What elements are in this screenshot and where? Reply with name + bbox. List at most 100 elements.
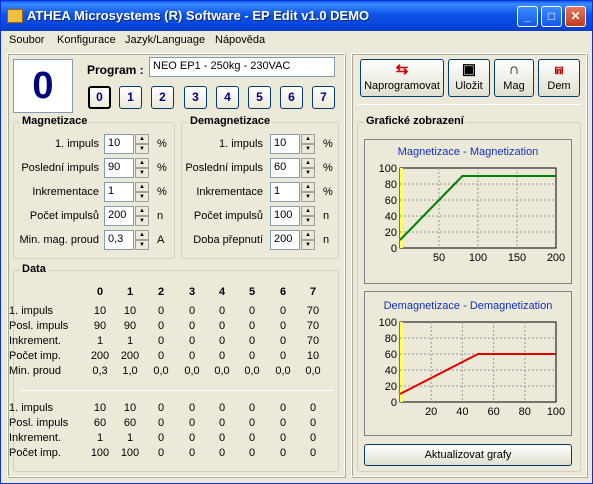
- menu-soubor[interactable]: Soubor: [9, 34, 44, 46]
- spin-down-icon[interactable]: ▼: [301, 240, 315, 250]
- dem-field-input[interactable]: 10: [270, 134, 300, 154]
- menu-konfigurace[interactable]: Konfigurace: [57, 34, 116, 46]
- spin-down-icon[interactable]: ▼: [135, 240, 149, 250]
- spin-down-icon[interactable]: ▼: [301, 168, 315, 178]
- y-tick-label: 0: [391, 397, 397, 409]
- mag-field-label: Inkrementace: [32, 186, 99, 198]
- mag-field-label: Počet impulsů: [29, 210, 99, 222]
- data-cell: 60: [93, 417, 107, 429]
- data-column-header: 4: [218, 286, 226, 298]
- spin-down-icon[interactable]: ▼: [301, 192, 315, 202]
- program-button-1[interactable]: 1: [119, 86, 142, 109]
- data-column-header: 0: [96, 286, 104, 298]
- x-tick-label: 80: [519, 406, 531, 418]
- dem-button[interactable]: ⩎ Dem: [538, 59, 580, 97]
- program-device-button[interactable]: ⇆ Naprogramovat: [360, 59, 444, 97]
- data-column-header: 1: [126, 286, 134, 298]
- x-tick-label: 50: [433, 252, 445, 264]
- demagnetization-plot: 0 20 40 60 80 100 20 40 60 80 100: [379, 317, 566, 418]
- spin-down-icon[interactable]: ▼: [135, 144, 149, 154]
- spin-down-icon[interactable]: ▼: [135, 216, 149, 226]
- program-name-input[interactable]: NEO EP1 - 250kg - 230VAC: [149, 57, 335, 77]
- spin-down-icon[interactable]: ▼: [135, 192, 149, 202]
- data-cell: 0: [248, 305, 256, 317]
- dem-spin-button[interactable]: ▲ ▼: [301, 230, 315, 250]
- spin-up-icon[interactable]: ▲: [301, 158, 315, 168]
- mag-spin-button[interactable]: ▲ ▼: [135, 182, 149, 202]
- mag-field-input[interactable]: 10: [104, 134, 134, 154]
- mag-field-input[interactable]: 1: [104, 182, 134, 202]
- close-button[interactable]: ✕: [565, 6, 586, 27]
- program-button-5[interactable]: 5: [248, 86, 271, 109]
- update-graphs-button[interactable]: Aktualizovat grafy: [364, 444, 572, 466]
- minimize-button[interactable]: _: [517, 6, 538, 27]
- spin-up-icon[interactable]: ▲: [301, 206, 315, 216]
- program-button-2[interactable]: 2: [151, 86, 174, 109]
- program-button-0[interactable]: 0: [88, 86, 111, 109]
- data-row-label: Počet imp.: [9, 447, 61, 459]
- mag-spin-button[interactable]: ▲ ▼: [135, 230, 149, 250]
- spin-up-icon[interactable]: ▲: [135, 206, 149, 216]
- spin-up-icon[interactable]: ▲: [135, 134, 149, 144]
- dem-spin-button[interactable]: ▲ ▼: [301, 206, 315, 226]
- spin-up-icon[interactable]: ▲: [135, 158, 149, 168]
- data-cell: 1: [126, 432, 134, 444]
- data-cell: 0: [188, 402, 196, 414]
- mag-spin-button[interactable]: ▲ ▼: [135, 134, 149, 154]
- data-cell: 100: [120, 447, 140, 459]
- menu-napoveda[interactable]: Nápověda: [215, 34, 265, 46]
- data-cell: 0: [218, 402, 226, 414]
- data-column-header: 7: [309, 286, 317, 298]
- demagnet-icon: ⩎: [554, 61, 564, 78]
- spin-up-icon[interactable]: ▲: [135, 230, 149, 240]
- data-cell: 0: [279, 402, 287, 414]
- mag-field-input[interactable]: 90: [104, 158, 134, 178]
- menu-language[interactable]: Jazyk/Language: [125, 34, 205, 46]
- data-cell: 1: [126, 335, 134, 347]
- dem-field-input[interactable]: 60: [270, 158, 300, 178]
- mag-spin-button[interactable]: ▲ ▼: [135, 158, 149, 178]
- data-cell: 0: [218, 320, 226, 332]
- program-button-4[interactable]: 4: [216, 86, 239, 109]
- dem-field-input[interactable]: 100: [270, 206, 300, 226]
- save-button[interactable]: ▣ Uložit: [448, 59, 490, 97]
- dem-field-unit: n: [323, 210, 330, 222]
- x-tick-label: 20: [425, 406, 437, 418]
- spin-down-icon[interactable]: ▼: [301, 216, 315, 226]
- spin-up-icon[interactable]: ▲: [135, 182, 149, 192]
- spin-up-icon[interactable]: ▲: [301, 182, 315, 192]
- spin-down-icon[interactable]: ▼: [301, 144, 315, 154]
- maximize-button[interactable]: □: [541, 6, 562, 27]
- mag-field-input[interactable]: 200: [104, 206, 134, 226]
- data-cell: 0: [248, 320, 256, 332]
- data-cell: 0: [188, 447, 196, 459]
- data-cell: 0: [218, 350, 226, 362]
- dem-field-input[interactable]: 200: [270, 230, 300, 250]
- dem-spin-button[interactable]: ▲ ▼: [301, 134, 315, 154]
- dem-spin-button[interactable]: ▲ ▼: [301, 182, 315, 202]
- demagnetization-chart: Demagnetizace - Demagnetization 0 20 40 60 8…: [364, 291, 572, 436]
- dem-spin-button[interactable]: ▲ ▼: [301, 158, 315, 178]
- data-cell: 0: [279, 320, 287, 332]
- mag-field-unit: A: [157, 234, 165, 246]
- x-tick-label: 40: [456, 406, 468, 418]
- spin-up-icon[interactable]: ▲: [301, 230, 315, 240]
- data-cell: 0: [248, 350, 256, 362]
- main-window: ATHEA Microsystems (R) Software - EP Edi…: [0, 0, 593, 484]
- program-button-7[interactable]: 7: [312, 86, 335, 109]
- dem-field-input[interactable]: 1: [270, 182, 300, 202]
- mag-field-input[interactable]: 0,3: [104, 230, 134, 250]
- magnet-icon: ∩: [508, 61, 520, 78]
- data-cell: 0,0: [153, 365, 169, 377]
- data-cell: 0: [157, 447, 165, 459]
- spin-up-icon[interactable]: ▲: [301, 134, 315, 144]
- program-button-3[interactable]: 3: [184, 86, 207, 109]
- mag-button[interactable]: ∩ Mag: [494, 59, 534, 97]
- x-tick-label: 150: [508, 252, 526, 264]
- program-button-6[interactable]: 6: [280, 86, 303, 109]
- data-cell: 200: [90, 350, 110, 362]
- title-bar[interactable]: ATHEA Microsystems (R) Software - EP Edi…: [1, 1, 592, 31]
- spin-down-icon[interactable]: ▼: [135, 168, 149, 178]
- dem-field-label: Inkrementace: [196, 186, 263, 198]
- mag-spin-button[interactable]: ▲ ▼: [135, 206, 149, 226]
